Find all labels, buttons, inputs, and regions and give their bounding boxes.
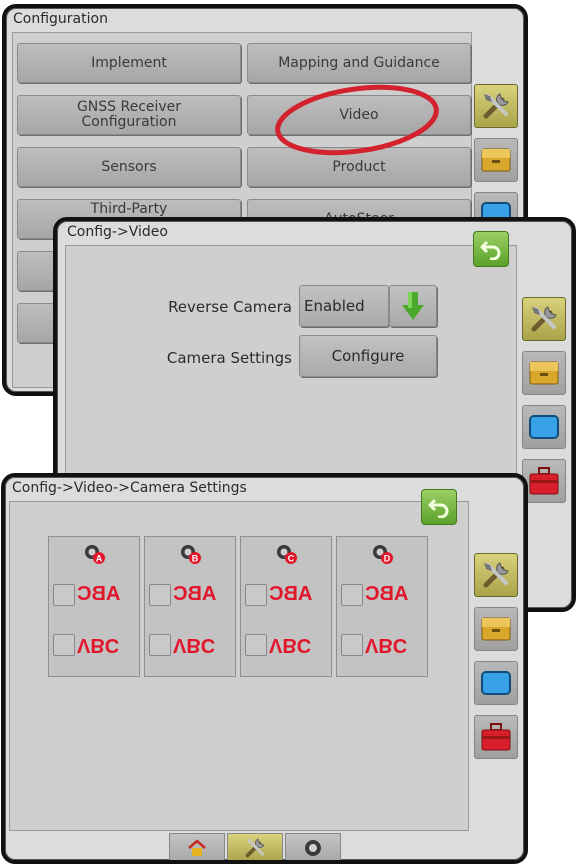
console-tab[interactable] xyxy=(474,607,518,651)
side-toolbar xyxy=(468,477,524,860)
camera-a-mirror-checkbox[interactable] xyxy=(53,584,75,606)
monitor-icon xyxy=(481,671,511,695)
mapping-guidance-button[interactable]: Mapping and Guidance xyxy=(247,43,471,83)
back-button[interactable] xyxy=(473,231,509,267)
camera-b-flip-label: VBC xyxy=(173,634,216,656)
arrow-down-icon xyxy=(402,292,424,320)
camera-c-flip-checkbox[interactable] xyxy=(245,634,267,656)
camera-c-mirror-label: ABC xyxy=(269,583,313,605)
camera-b-flip-checkbox[interactable] xyxy=(149,634,171,656)
camera-column-a: A ABC VBC xyxy=(48,536,140,677)
folder-icon xyxy=(529,361,559,385)
camera-b-mirror-label: ABC xyxy=(173,583,217,605)
camera-d-mirror-checkbox[interactable] xyxy=(341,584,363,606)
svg-text:C: C xyxy=(288,554,295,564)
camera-grid: A ABC VBC B ABC VBC C ABC VBC D ABC VBC xyxy=(48,536,444,677)
folder-icon xyxy=(481,148,511,172)
tools-tab[interactable] xyxy=(474,84,518,128)
camera-c-flip-label: VBC xyxy=(269,634,312,656)
reverse-camera-label: Reverse Camera xyxy=(168,298,292,316)
camera-d-mirror-label: ABC xyxy=(365,583,409,605)
camera-settings-label: Camera Settings xyxy=(166,349,292,367)
camera-settings-area: A ABC VBC B ABC VBC C ABC VBC D ABC VBC xyxy=(9,501,469,831)
monitor-icon xyxy=(529,415,559,439)
camera-column-c: C ABC VBC xyxy=(240,536,332,677)
display-tab[interactable] xyxy=(474,661,518,705)
highlight-ellipse xyxy=(275,84,439,156)
tools-bottom-tab[interactable] xyxy=(227,833,283,860)
camera-a-flip-checkbox[interactable] xyxy=(53,634,75,656)
camera-d-flip-label: VBC xyxy=(365,634,408,656)
back-arrow-icon xyxy=(428,498,449,518)
tools-icon xyxy=(245,838,265,858)
reverse-camera-dropdown-button[interactable] xyxy=(389,285,437,327)
camera-a-flip-label: VBC xyxy=(77,634,120,656)
toolbox-tab[interactable] xyxy=(474,715,518,759)
folder-icon xyxy=(481,617,511,641)
camera-b-icon: B xyxy=(181,545,201,564)
console-tab[interactable] xyxy=(474,138,518,182)
implement-button[interactable]: Implement xyxy=(17,43,241,83)
gnss-receiver-button[interactable]: GNSS Receiver Configuration xyxy=(17,95,241,135)
svg-text:B: B xyxy=(192,554,199,564)
camera-b-mirror-checkbox[interactable] xyxy=(149,584,171,606)
camera-column-d: D ABC VBC xyxy=(336,536,428,677)
camera-a-mirror-label: ABC xyxy=(77,583,121,605)
toolbox-icon xyxy=(481,723,511,751)
tools-icon xyxy=(483,562,509,588)
bottom-tab-bar xyxy=(169,833,341,860)
display-tab[interactable] xyxy=(522,405,566,449)
reverse-camera-value[interactable]: Enabled xyxy=(299,285,389,327)
camera-c-mirror-checkbox[interactable] xyxy=(245,584,267,606)
configure-button[interactable]: Configure xyxy=(299,335,437,377)
camera-settings-panel: Config->Video->Camera Settings A ABC VBC xyxy=(1,473,528,864)
camera-d-icon: D xyxy=(373,545,393,564)
camera-c-icon: C xyxy=(277,545,297,564)
svg-text:D: D xyxy=(384,554,391,564)
tools-icon xyxy=(483,93,509,119)
camera-column-b: B ABC VBC xyxy=(144,536,236,677)
back-arrow-icon xyxy=(480,240,501,260)
sensors-button[interactable]: Sensors xyxy=(17,147,241,187)
camera-tab[interactable] xyxy=(285,833,341,860)
camera-icon xyxy=(305,840,321,856)
console-tab[interactable] xyxy=(522,351,566,395)
tools-icon xyxy=(531,306,557,332)
tools-tab[interactable] xyxy=(522,297,566,341)
toolbox-tab[interactable] xyxy=(522,459,566,503)
back-button[interactable] xyxy=(421,489,457,525)
home-icon xyxy=(188,839,206,856)
camera-d-flip-checkbox[interactable] xyxy=(341,634,363,656)
camera-a-icon: A xyxy=(85,545,105,564)
svg-text:A: A xyxy=(96,554,103,564)
page-title: Configuration xyxy=(13,11,108,27)
tools-tab[interactable] xyxy=(474,553,518,597)
home-tab[interactable] xyxy=(169,833,225,860)
toolbox-icon xyxy=(529,467,559,495)
